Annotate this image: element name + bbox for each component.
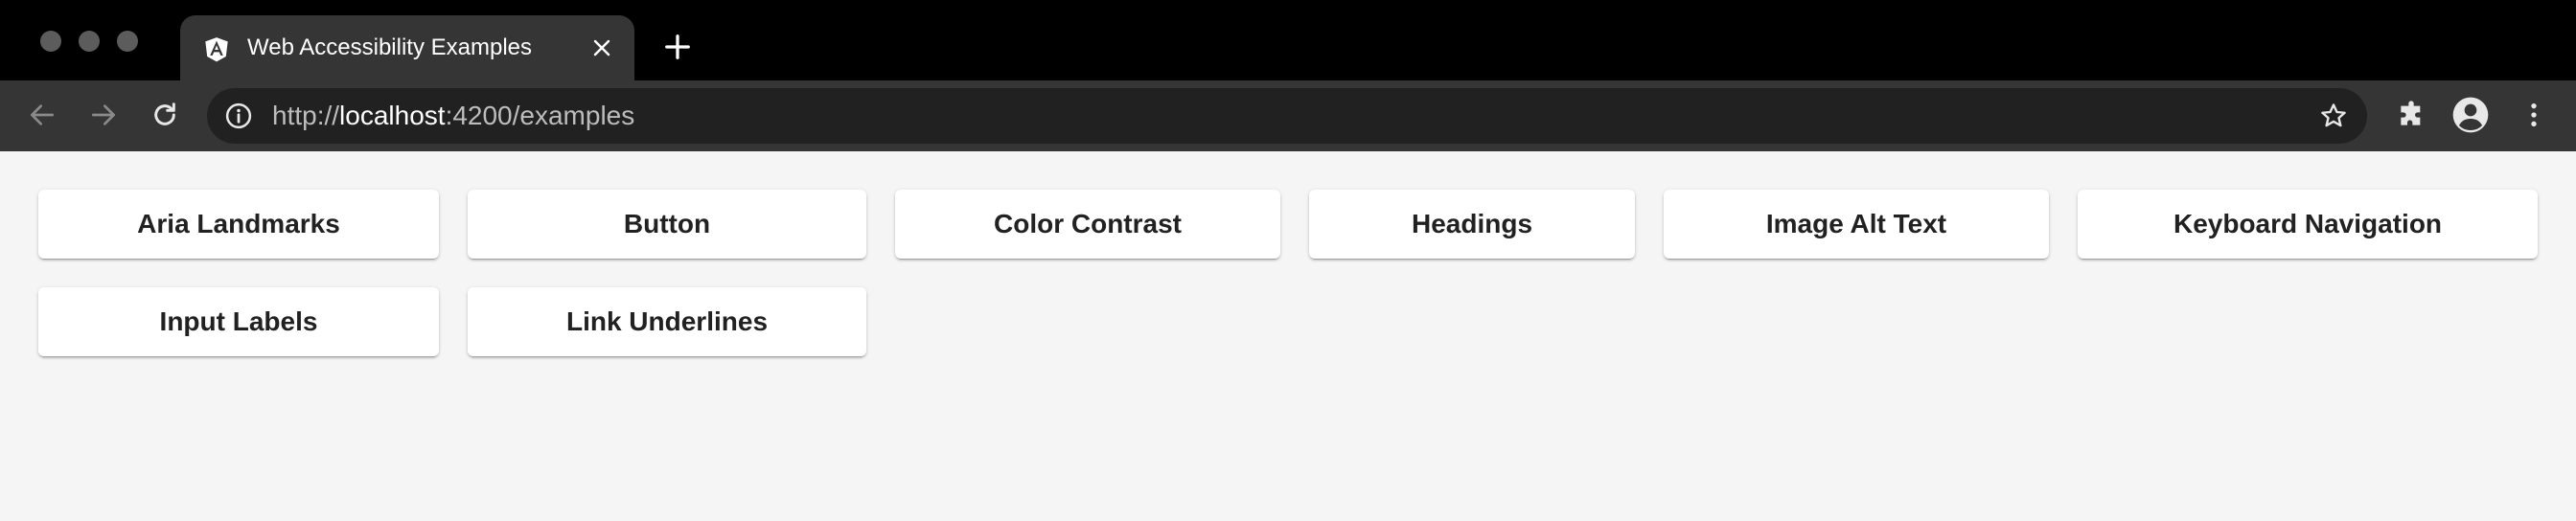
window-close-dot[interactable] [40, 31, 61, 52]
color-contrast-button[interactable]: Color Contrast [895, 190, 1280, 259]
browser-menu-button[interactable] [2515, 96, 2553, 134]
tab-title: Web Accessibility Examples [247, 34, 532, 60]
back-button[interactable] [23, 96, 61, 134]
info-icon[interactable] [224, 102, 253, 130]
puzzle-icon [2401, 101, 2421, 125]
window-zoom-dot[interactable] [117, 31, 138, 52]
tab-strip: Web Accessibility Examples [0, 0, 2576, 80]
plus-icon[interactable] [663, 33, 692, 61]
profile-button[interactable] [2451, 96, 2490, 134]
star-outline-icon[interactable] [2319, 102, 2348, 130]
url-host: localhost [339, 101, 446, 130]
aria-landmarks-button[interactable]: Aria Landmarks [38, 190, 439, 259]
input-labels-button[interactable]: Input Labels [38, 287, 439, 356]
image-alt-text-button[interactable]: Image Alt Text [1664, 190, 2049, 259]
link-underlines-button[interactable]: Link Underlines [468, 287, 866, 356]
account-icon [2452, 97, 2489, 133]
window-minimize-dot[interactable] [79, 31, 100, 52]
url-text: http://localhost:4200/examples [272, 101, 634, 131]
extensions-button[interactable] [2392, 96, 2430, 134]
reload-icon [154, 102, 175, 125]
close-icon[interactable] [590, 36, 613, 59]
button-example-button[interactable]: Button [468, 190, 866, 259]
forward-button[interactable] [84, 96, 123, 134]
browser-tab[interactable]: Web Accessibility Examples [180, 15, 634, 80]
arrow-right-icon [92, 104, 115, 125]
address-bar[interactable]: http://localhost:4200/examples [207, 88, 2367, 144]
arrow-left-icon [31, 104, 54, 125]
page-content: Aria Landmarks Button Color Contrast Hea… [0, 151, 2576, 521]
angular-logo-icon [205, 37, 228, 62]
reload-button[interactable] [146, 96, 184, 134]
browser-toolbar: http://localhost:4200/examples [0, 80, 2576, 151]
kebab-menu-icon [2531, 103, 2537, 126]
headings-button[interactable]: Headings [1309, 190, 1635, 259]
keyboard-navigation-button[interactable]: Keyboard Navigation [2078, 190, 2538, 259]
url-scheme: http:// [272, 101, 340, 130]
url-path: :4200/examples [445, 101, 635, 130]
